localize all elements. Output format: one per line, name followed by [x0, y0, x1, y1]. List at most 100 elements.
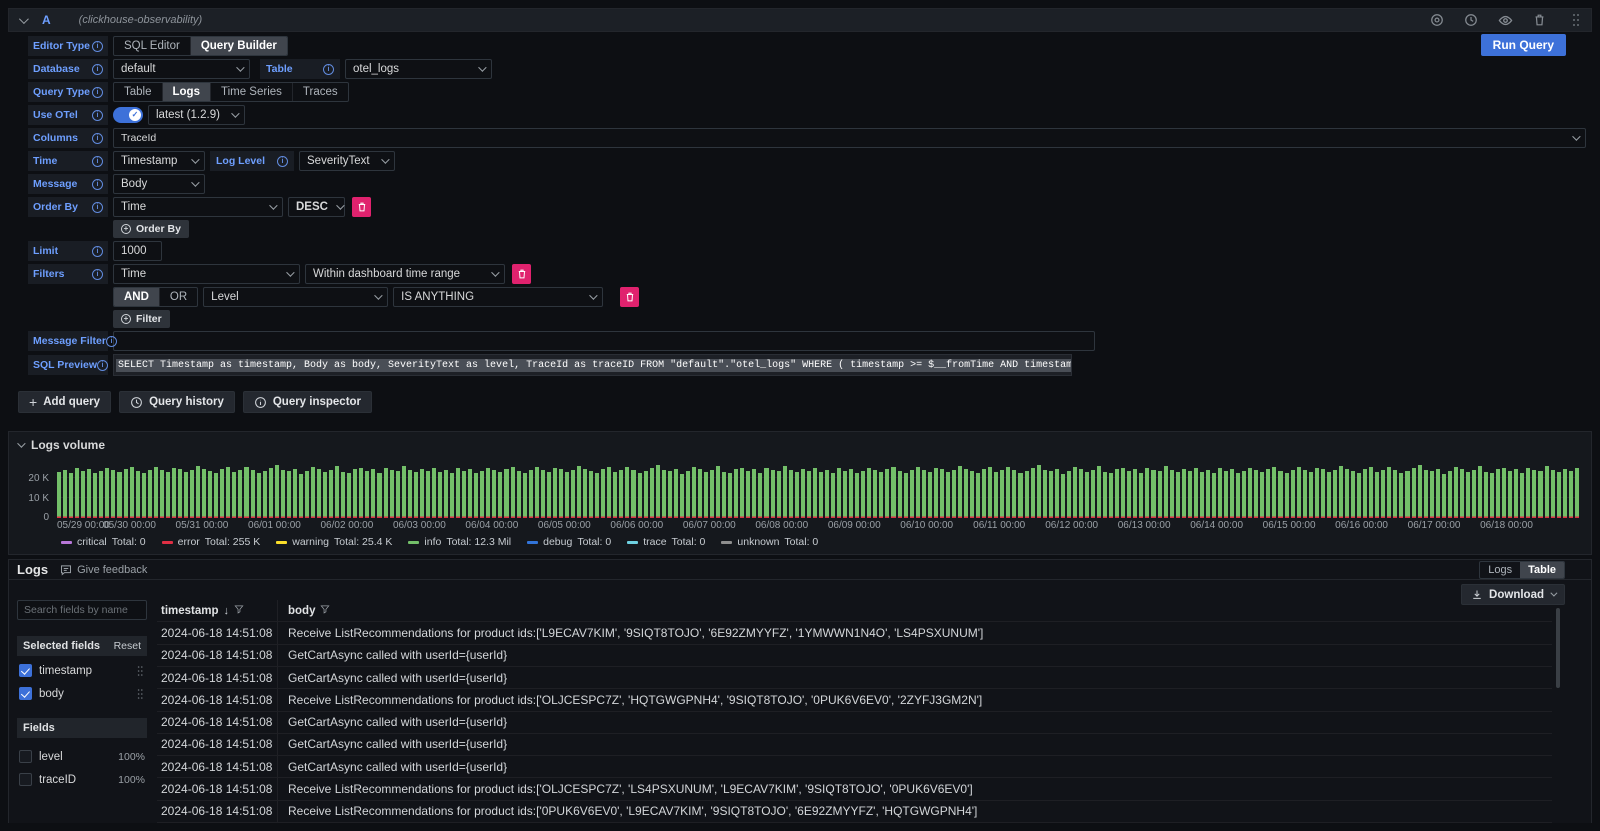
remove-filter-button[interactable]: [512, 264, 531, 284]
volume-bar: [396, 471, 400, 518]
add-query-button[interactable]: Add query: [18, 391, 111, 413]
x-axis-tick: 06/04 00:00: [465, 520, 518, 531]
log-level-select[interactable]: SeverityText: [299, 151, 395, 171]
timestamp-column-header[interactable]: timestamp: [157, 604, 277, 617]
volume-bar: [1145, 468, 1149, 518]
time-column-select[interactable]: Timestamp: [113, 151, 205, 171]
selected-field-body[interactable]: body: [17, 685, 147, 702]
order-by-field-select[interactable]: Time: [113, 197, 283, 217]
order-by-direction-select[interactable]: DESC: [288, 197, 345, 217]
query-inspector-button[interactable]: Query inspector: [243, 391, 372, 413]
sort-desc-icon[interactable]: [224, 605, 230, 617]
query-type-time-series[interactable]: Time Series: [211, 83, 293, 101]
message-row: Message Body: [28, 174, 1592, 194]
field-traceid[interactable]: traceID 100%: [17, 771, 147, 788]
filter-funnel-icon[interactable]: [320, 604, 330, 617]
info-icon[interactable]: [92, 87, 103, 98]
checkbox-unchecked-icon[interactable]: [19, 750, 32, 763]
and-option[interactable]: AND: [114, 288, 160, 306]
query-history-button[interactable]: Query history: [119, 391, 235, 413]
info-icon[interactable]: [92, 110, 103, 121]
eye-icon[interactable]: [1497, 12, 1513, 28]
field-level[interactable]: level 100%: [17, 748, 147, 765]
view-table-option[interactable]: Table: [1520, 562, 1564, 578]
info-icon[interactable]: [92, 64, 103, 75]
info-icon[interactable]: [92, 133, 103, 144]
volume-bar: [1079, 469, 1083, 518]
info-icon[interactable]: [106, 336, 117, 347]
legend-item-unknown[interactable]: unknownTotal: 0: [721, 536, 818, 548]
info-icon[interactable]: [323, 64, 334, 75]
info-icon[interactable]: [92, 41, 103, 52]
info-icon[interactable]: [92, 269, 103, 280]
info-icon[interactable]: [92, 179, 103, 190]
query-type-table[interactable]: Table: [114, 83, 163, 101]
legend-item-warning[interactable]: warningTotal: 25.4 K: [276, 536, 392, 548]
volume-bar: [238, 470, 242, 518]
columns-multiselect[interactable]: TraceId: [113, 128, 1586, 148]
drag-handle-icon[interactable]: [138, 666, 144, 676]
add-order-by-button[interactable]: Order By: [113, 220, 189, 238]
query-builder-option[interactable]: Query Builder: [191, 37, 287, 55]
info-icon[interactable]: [92, 156, 103, 167]
give-feedback-link[interactable]: Give feedback: [60, 564, 147, 576]
volume-bar: [220, 469, 224, 518]
legend-item-info[interactable]: infoTotal: 12.3 Mil: [408, 536, 511, 548]
collapse-chevron-icon[interactable]: [19, 14, 29, 24]
volume-bar: [1333, 470, 1337, 518]
x-axis-tick: 06/08 00:00: [755, 520, 808, 531]
checkbox-checked-icon[interactable]: [19, 664, 32, 677]
info-icon[interactable]: [92, 246, 103, 257]
volume-bar: [492, 470, 496, 518]
volume-bar: [601, 469, 605, 518]
query-ref-id: A: [42, 13, 51, 27]
selected-field-timestamp[interactable]: timestamp: [17, 662, 147, 679]
database-select[interactable]: default: [113, 59, 250, 79]
table-select[interactable]: otel_logs: [345, 59, 492, 79]
drag-handle-icon[interactable]: [138, 689, 144, 699]
legend-item-trace[interactable]: traceTotal: 0: [627, 536, 705, 548]
filter2-operator-select[interactable]: IS ANYTHING: [393, 287, 603, 307]
query-type-logs[interactable]: Logs: [163, 83, 211, 101]
legend-item-debug[interactable]: debugTotal: 0: [527, 536, 611, 548]
checkbox-checked-icon[interactable]: [19, 687, 32, 700]
volume-bar: [402, 466, 406, 518]
run-query-button[interactable]: Run Query: [1481, 34, 1566, 56]
filter2-field-select[interactable]: Level: [203, 287, 388, 307]
search-fields-input[interactable]: [17, 600, 147, 620]
info-icon[interactable]: [97, 360, 108, 371]
use-otel-toggle[interactable]: [113, 107, 143, 123]
drag-handle-icon[interactable]: [1573, 14, 1581, 26]
limit-input[interactable]: [113, 241, 162, 261]
remove-order-by-button[interactable]: [352, 197, 371, 217]
legend-item-critical[interactable]: criticalTotal: 0: [61, 536, 146, 548]
otel-version-select[interactable]: latest (1.2.9): [148, 105, 245, 125]
volume-bar: [1242, 471, 1246, 518]
remove-query-trash-icon[interactable]: [1531, 12, 1547, 28]
legend-item-error[interactable]: errorTotal: 255 K: [162, 536, 261, 548]
filter-operator-select[interactable]: Within dashboard time range: [305, 264, 505, 284]
info-icon[interactable]: [92, 202, 103, 213]
add-filter-button[interactable]: Filter: [113, 310, 170, 328]
query-history-icon[interactable]: [1463, 12, 1479, 28]
body-column-header[interactable]: body: [277, 600, 1552, 621]
table-scrollbar[interactable]: [1556, 608, 1560, 688]
remove-filter2-button[interactable]: [620, 287, 639, 307]
sql-preview-box[interactable]: SELECT Timestamp as timestamp, Body as b…: [113, 354, 1072, 376]
filter-field-select[interactable]: Time: [113, 264, 300, 284]
sql-editor-option[interactable]: SQL Editor: [114, 37, 191, 55]
volume-bar: [523, 473, 527, 518]
query-type-traces[interactable]: Traces: [293, 83, 348, 101]
or-option[interactable]: OR: [160, 288, 197, 306]
filter-funnel-icon[interactable]: [234, 604, 244, 617]
legend-total: Total: 25.4 K: [334, 536, 392, 548]
reset-button[interactable]: Reset: [114, 640, 141, 652]
message-filter-input[interactable]: [113, 331, 1095, 351]
disable-query-icon[interactable]: [1429, 12, 1445, 28]
logs-volume-title-row[interactable]: Logs volume: [17, 436, 1583, 454]
info-icon[interactable]: [277, 156, 288, 167]
checkbox-unchecked-icon[interactable]: [19, 773, 32, 786]
volume-bar: [565, 472, 569, 518]
view-logs-option[interactable]: Logs: [1480, 562, 1520, 578]
message-column-select[interactable]: Body: [113, 174, 205, 194]
